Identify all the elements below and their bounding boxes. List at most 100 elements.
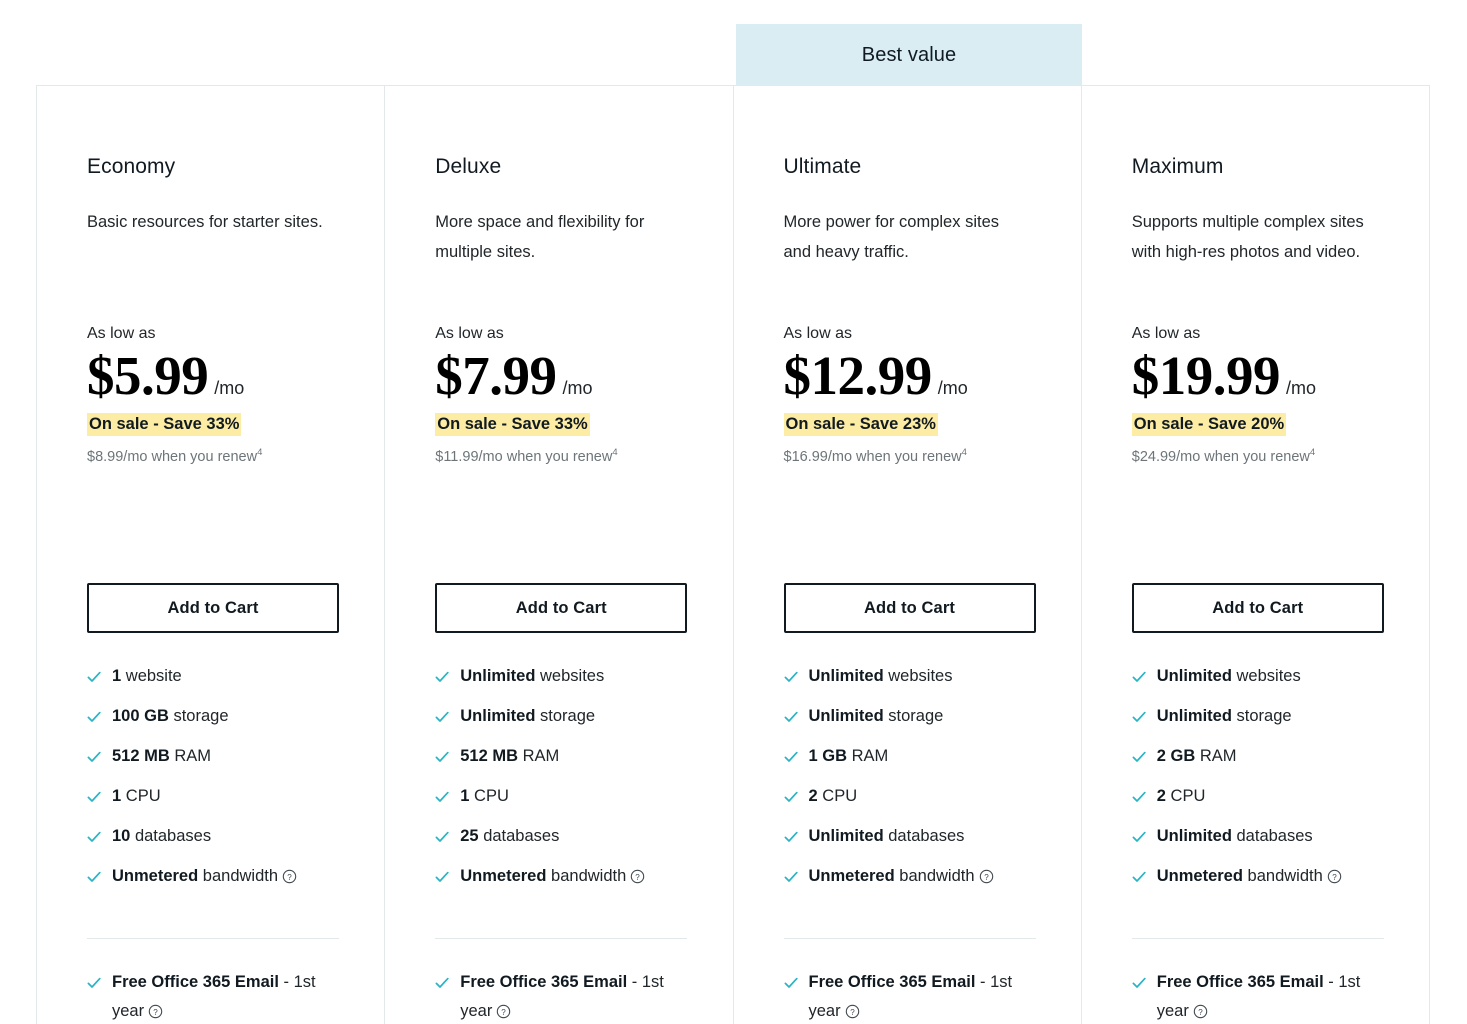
feature-label: 2 GB RAM: [1157, 746, 1237, 767]
price-block: As low as $5.99/mo On sale - Save 33% $8.99…: [87, 324, 349, 466]
feature-value: 512 MB: [460, 746, 519, 765]
feature-item: Unlimited databases: [1132, 826, 1400, 847]
renewal-price-note: $8.99/mo when you renew4: [87, 447, 349, 466]
info-tooltip-icon[interactable]: ?: [1327, 869, 1342, 884]
feature-label: Unlimited storage: [1157, 706, 1292, 727]
feature-label: Unlimited websites: [460, 666, 604, 687]
add-to-cart-button[interactable]: Add to Cart: [1131, 583, 1384, 633]
feature-description: bandwidth: [894, 866, 975, 885]
feature-item: Unlimited websites: [435, 666, 703, 687]
check-icon: [784, 670, 798, 684]
add-to-cart-button[interactable]: Add to Cart: [783, 583, 1036, 633]
as-low-as-label: As low as: [1131, 325, 1201, 342]
feature-label: Unmetered bandwidth?: [460, 866, 645, 887]
info-tooltip-icon[interactable]: ?: [979, 869, 994, 884]
footnote-marker: 4: [961, 446, 967, 458]
footnote-marker: 4: [257, 446, 263, 458]
feature-description: RAM: [518, 746, 560, 765]
price-period: /mo: [937, 378, 968, 399]
feature-label: Free Office 365 Email - 1st year?: [1157, 968, 1394, 1024]
feature-item: 2 GB RAM: [1132, 746, 1400, 767]
info-tooltip-icon[interactable]: ?: [845, 1004, 860, 1019]
feature-description: bandwidth: [198, 866, 279, 885]
feature-value: Unlimited: [460, 706, 536, 725]
feature-value: 1 GB: [808, 746, 848, 765]
feature-description: databases: [478, 826, 560, 845]
svg-text:?: ?: [287, 873, 292, 882]
extras-list: Free Office 365 Email - 1st year?Free do…: [435, 968, 697, 1024]
info-tooltip-icon[interactable]: ?: [1193, 1004, 1208, 1019]
price-row: $19.99/mo: [1132, 347, 1394, 405]
feature-description: CPU: [1165, 786, 1206, 805]
feature-value: 100 GB: [112, 706, 169, 725]
feature-list: Unlimited websites Unlimited storage 1 GB …: [784, 666, 1052, 906]
feature-description: websites: [1231, 667, 1301, 685]
feature-label: Unlimited databases: [1157, 826, 1313, 847]
price-amount: $7.99: [435, 345, 557, 407]
best-value-banner: Best value: [736, 24, 1082, 99]
feature-extra-item: Free Office 365 Email - 1st year?: [1132, 968, 1394, 1024]
svg-text:?: ?: [636, 873, 641, 882]
renewal-price-note: $11.99/mo when you renew4: [435, 447, 697, 466]
feature-value: 2: [808, 786, 818, 805]
feature-item: Unmetered bandwidth?: [87, 866, 355, 887]
check-icon: [87, 670, 101, 684]
feature-item: 1 website: [87, 666, 355, 687]
feature-value: Unlimited: [808, 667, 884, 685]
sale-badge: On sale - Save 20%: [1131, 412, 1287, 436]
feature-description: RAM: [169, 746, 212, 765]
info-tooltip-icon[interactable]: ?: [630, 869, 645, 884]
feature-item: 10 databases: [87, 826, 355, 847]
info-tooltip-icon[interactable]: ?: [148, 1004, 163, 1019]
feature-description: storage: [168, 706, 229, 725]
feature-description: RAM: [847, 746, 889, 765]
pricing-card-grid: Economy Basic resources for starter sites…: [36, 85, 1430, 1024]
plan-description: Basic resources for starter sites.: [87, 213, 323, 232]
feature-item: Unmetered bandwidth?: [1132, 866, 1400, 887]
feature-label: Unmetered bandwidth?: [1157, 866, 1342, 887]
feature-value: Unmetered: [112, 866, 199, 885]
info-tooltip-icon[interactable]: ?: [282, 869, 297, 884]
add-to-cart-button[interactable]: Add to Cart: [435, 583, 688, 633]
feature-value: Unlimited: [460, 667, 536, 685]
check-icon: [784, 830, 798, 844]
renewal-price-note: $24.99/mo when you renew4: [1132, 447, 1394, 466]
plan-name: Deluxe: [435, 155, 502, 178]
feature-item: 2 CPU: [1132, 786, 1400, 807]
check-icon: [1132, 710, 1146, 724]
info-tooltip-icon[interactable]: ?: [496, 1004, 511, 1019]
feature-label: 100 GB storage: [112, 706, 229, 727]
svg-text:?: ?: [1332, 873, 1337, 882]
feature-value: 2: [1156, 786, 1166, 805]
feature-label: Free Office 365 Email - 1st year?: [112, 968, 349, 1024]
pricing-page: Best value Economy Basic resources for st…: [0, 0, 1467, 1024]
feature-value: Unlimited: [1156, 706, 1232, 725]
feature-value: Unlimited: [808, 826, 884, 845]
feature-item: 1 GB RAM: [784, 746, 1052, 767]
price-amount: $5.99: [87, 345, 209, 407]
feature-description: databases: [130, 826, 212, 845]
check-icon: [1132, 790, 1146, 804]
feature-description: websites: [883, 667, 953, 685]
feature-value: 10: [112, 826, 131, 845]
feature-item: 1 CPU: [87, 786, 355, 807]
add-to-cart-button[interactable]: Add to Cart: [87, 583, 339, 633]
check-icon: [435, 830, 449, 844]
feature-value: 2 GB: [1156, 746, 1196, 765]
svg-text:?: ?: [153, 1008, 158, 1017]
sale-badge: On sale - Save 23%: [783, 412, 938, 436]
price-period: /mo: [214, 378, 245, 399]
sale-badge-wrap: On sale - Save 33%: [87, 412, 349, 437]
price-row: $7.99/mo: [435, 347, 697, 405]
feature-item: 100 GB storage: [87, 706, 355, 727]
check-icon: [435, 750, 449, 764]
plan-description: Supports multiple complex sites with hig…: [1131, 213, 1364, 262]
feature-description: RAM: [1195, 746, 1237, 765]
feature-group-divider: [1131, 938, 1384, 939]
price-block: As low as $12.99/mo On sale - Save 23% $16.…: [783, 324, 1046, 466]
svg-text:?: ?: [1198, 1008, 1203, 1017]
plan-description: More power for complex sites and heavy t…: [783, 213, 1000, 262]
feature-label: Free Office 365 Email - 1st year?: [460, 968, 697, 1024]
footnote-marker: 4: [612, 446, 618, 458]
feature-item: Unlimited storage: [784, 706, 1052, 727]
